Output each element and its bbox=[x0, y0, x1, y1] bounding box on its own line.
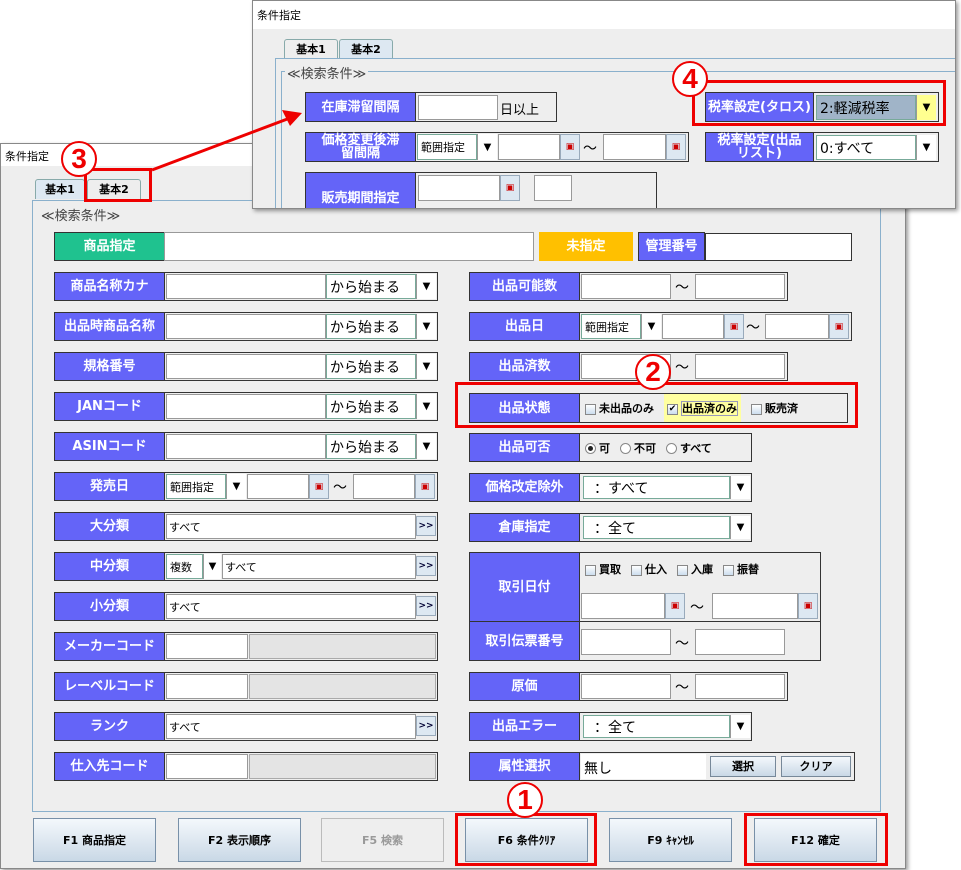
annotation-2: 2 bbox=[635, 354, 671, 390]
arrow-icon bbox=[151, 110, 302, 172]
annotation-1: 1 bbox=[507, 782, 543, 818]
annotation-3: 3 bbox=[61, 141, 97, 177]
annotation-4: 4 bbox=[672, 61, 708, 97]
